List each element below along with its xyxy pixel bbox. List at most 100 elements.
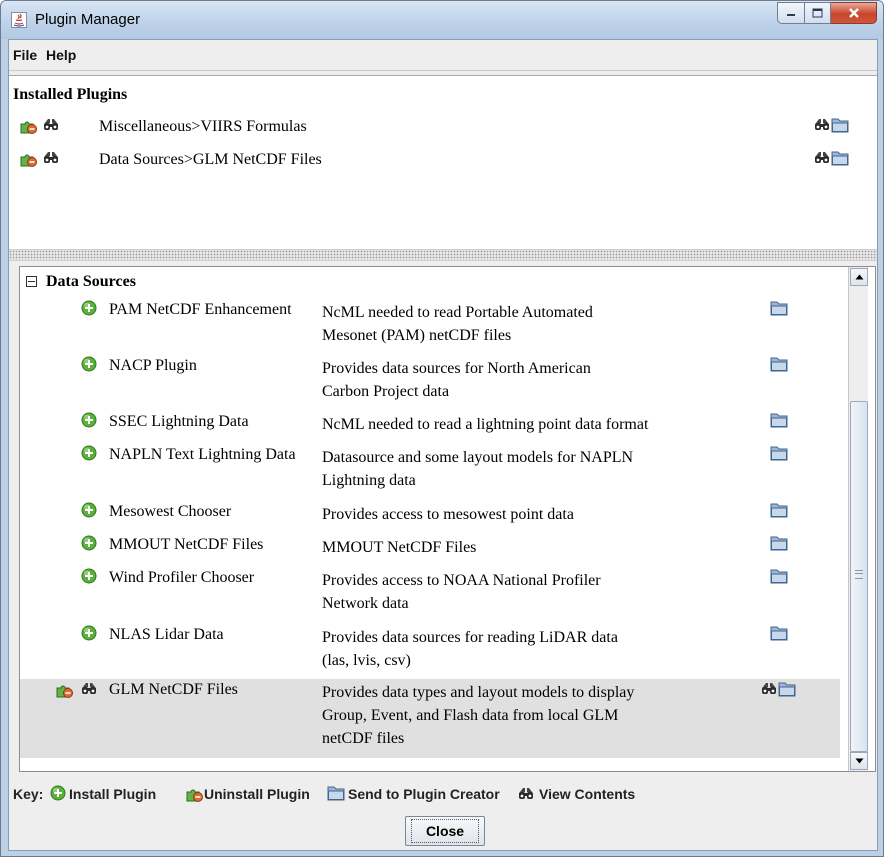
plugin-description: MMOUT NetCDF Files	[322, 536, 702, 559]
key-send-label: Send to Plugin Creator	[348, 786, 500, 802]
plugin-description-line: Provides data types and layout models to…	[322, 684, 635, 701]
plugin-description: Provides access to NOAA National Profile…	[322, 569, 702, 615]
view-contents-icon[interactable]	[42, 116, 60, 134]
plugin-name: NLAS Lidar Data	[109, 626, 224, 643]
uninstall-plugin-icon[interactable]	[55, 681, 73, 699]
send-to-plugin-creator-icon[interactable]	[770, 502, 788, 518]
scroll-down-button[interactable]	[850, 752, 868, 770]
uninstall-plugin-icon[interactable]	[19, 117, 37, 135]
send-to-plugin-creator-icon[interactable]	[770, 445, 788, 461]
plugin-description-line: NcML needed to read a lightning point da…	[322, 416, 649, 433]
plugin-name: NACP Plugin	[109, 357, 197, 374]
plugin-description-line: Network data	[322, 595, 409, 612]
installed-plugin-label: Miscellaneous>VIIRS Formulas	[99, 118, 307, 135]
close-icon	[848, 8, 859, 18]
menu-help[interactable]: Help	[46, 47, 76, 63]
view-contents-icon[interactable]	[80, 680, 98, 698]
window-title: Plugin Manager	[35, 11, 141, 28]
plugin-row[interactable]: NACP Plugin Provides data sources for Nor…	[20, 355, 840, 411]
plugin-name: MMOUT NetCDF Files	[109, 536, 264, 553]
window-controls	[777, 2, 877, 24]
plugin-row[interactable]: PAM NetCDF Enhancement NcML needed to rea…	[20, 299, 840, 355]
plugin-name: Mesowest Chooser	[109, 503, 232, 520]
plugin-row[interactable]: Wind Profiler Chooser Provides access to …	[20, 567, 840, 623]
vertical-scrollbar[interactable]	[848, 267, 868, 771]
view-contents-icon[interactable]	[760, 680, 778, 698]
send-to-plugin-creator-icon[interactable]	[778, 681, 796, 697]
view-contents-icon[interactable]	[813, 149, 831, 167]
installed-plugin-row[interactable]: Miscellaneous>VIIRS Formulas	[9, 115, 877, 141]
maximize-button[interactable]	[805, 2, 831, 24]
icon-key-legend: Key: Install Plugin Uninstall Plugin Sen…	[9, 778, 877, 810]
maximize-icon	[812, 8, 823, 18]
plugin-description-line: Provides access to NOAA National Profile…	[322, 572, 601, 589]
plugin-row[interactable]: Mesowest Chooser Provides access to mesow…	[20, 501, 840, 534]
plugin-row[interactable]: MMOUT NetCDF Files MMOUT NetCDF Files	[20, 534, 840, 567]
key-view-label: View Contents	[539, 786, 636, 802]
plugin-description-line: Provides data sources for North American	[322, 360, 591, 377]
plugin-description-line: Mesonet (PAM) netCDF files	[322, 327, 512, 344]
install-plugin-icon[interactable]	[81, 568, 97, 584]
plugin-description-line: Provides access to mesowest point data	[322, 506, 574, 523]
collapse-icon[interactable]	[26, 276, 37, 287]
send-to-plugin-creator-icon[interactable]	[770, 412, 788, 428]
send-to-plugin-creator-icon[interactable]	[831, 117, 849, 133]
group-header-data-sources[interactable]: Data Sources	[20, 273, 840, 293]
plugin-description-line: netCDF files	[322, 730, 405, 747]
plugin-description-line: Datasource and some layout models for NA…	[322, 449, 634, 466]
plugin-description-line: (las, lvis, csv)	[322, 652, 411, 669]
plugin-name: GLM NetCDF Files	[109, 681, 238, 698]
send-to-plugin-creator-icon[interactable]	[770, 356, 788, 372]
plugin-row[interactable]: NAPLN Text Lightning Data Datasource and …	[20, 444, 840, 500]
send-to-plugin-creator-icon[interactable]	[770, 568, 788, 584]
close-button[interactable]: Close	[405, 816, 485, 846]
plugin-manager-window: Plugin Manager File Help Installed Plugi…	[0, 0, 884, 857]
installed-plugins-panel: Installed Plugins Miscellaneous>VIIRS Fo…	[9, 75, 877, 250]
install-plugin-icon[interactable]	[81, 300, 97, 316]
menu-file[interactable]: File	[13, 47, 37, 63]
plugin-name: Wind Profiler Chooser	[109, 569, 255, 586]
install-plugin-icon[interactable]	[81, 445, 97, 461]
plugin-row[interactable]: GLM NetCDF Files Provides data types and …	[20, 679, 840, 758]
key-prefix: Key:	[13, 786, 44, 802]
title-bar[interactable]: Plugin Manager	[1, 1, 883, 39]
scroll-thumb[interactable]	[850, 401, 868, 752]
plugin-row[interactable]: SSEC Lightning Data NcML needed to read a…	[20, 411, 840, 444]
uninstall-plugin-icon[interactable]	[19, 150, 37, 168]
plugin-description: Provides data types and layout models to…	[322, 681, 702, 750]
send-to-plugin-creator-icon[interactable]	[770, 300, 788, 316]
uninstall-plugin-icon	[185, 785, 203, 803]
key-install-label: Install Plugin	[69, 786, 157, 802]
send-to-plugin-creator-icon[interactable]	[770, 535, 788, 551]
available-plugins-list: Data Sources PAM NetCDF Enhancement NcML …	[19, 266, 876, 772]
installed-plugins-title: Installed Plugins	[13, 86, 128, 103]
menu-bar: File Help	[9, 40, 877, 71]
installed-plugin-row[interactable]: Data Sources>GLM NetCDF Files	[9, 148, 877, 174]
plugin-description: Provides data sources for reading LiDAR …	[322, 626, 702, 672]
close-window-button[interactable]	[831, 2, 877, 24]
split-pane-divider[interactable]	[9, 249, 877, 261]
content-panel: File Help Installed Plugins Miscellaneou…	[8, 39, 878, 851]
scroll-up-button[interactable]	[850, 268, 868, 286]
send-to-plugin-creator-icon[interactable]	[831, 150, 849, 166]
plugin-row[interactable]: NLAS Lidar Data Provides data sources for…	[20, 624, 840, 680]
install-plugin-icon[interactable]	[81, 625, 97, 641]
close-button-label: Close	[410, 819, 480, 843]
install-plugin-icon[interactable]	[81, 412, 97, 428]
key-uninstall-label: Uninstall Plugin	[204, 786, 310, 802]
plugin-name: SSEC Lightning Data	[109, 413, 249, 430]
group-label: Data Sources	[46, 273, 136, 290]
install-plugin-icon[interactable]	[81, 535, 97, 551]
install-plugin-icon[interactable]	[81, 502, 97, 518]
plugin-description: NcML needed to read Portable Automated Me…	[322, 301, 702, 347]
minimize-button[interactable]	[777, 2, 805, 24]
install-plugin-icon[interactable]	[81, 356, 97, 372]
view-contents-icon[interactable]	[813, 116, 831, 134]
plugin-description-line: Group, Event, and Flash data from local …	[322, 707, 619, 724]
grip-icon	[855, 570, 863, 579]
plugin-description-line: Provides data sources for reading LiDAR …	[322, 629, 618, 646]
plugin-description: Provides access to mesowest point data	[322, 503, 702, 526]
plugin-name: NAPLN Text Lightning Data	[109, 446, 296, 463]
send-to-plugin-creator-icon[interactable]	[770, 625, 788, 641]
view-contents-icon[interactable]	[42, 149, 60, 167]
